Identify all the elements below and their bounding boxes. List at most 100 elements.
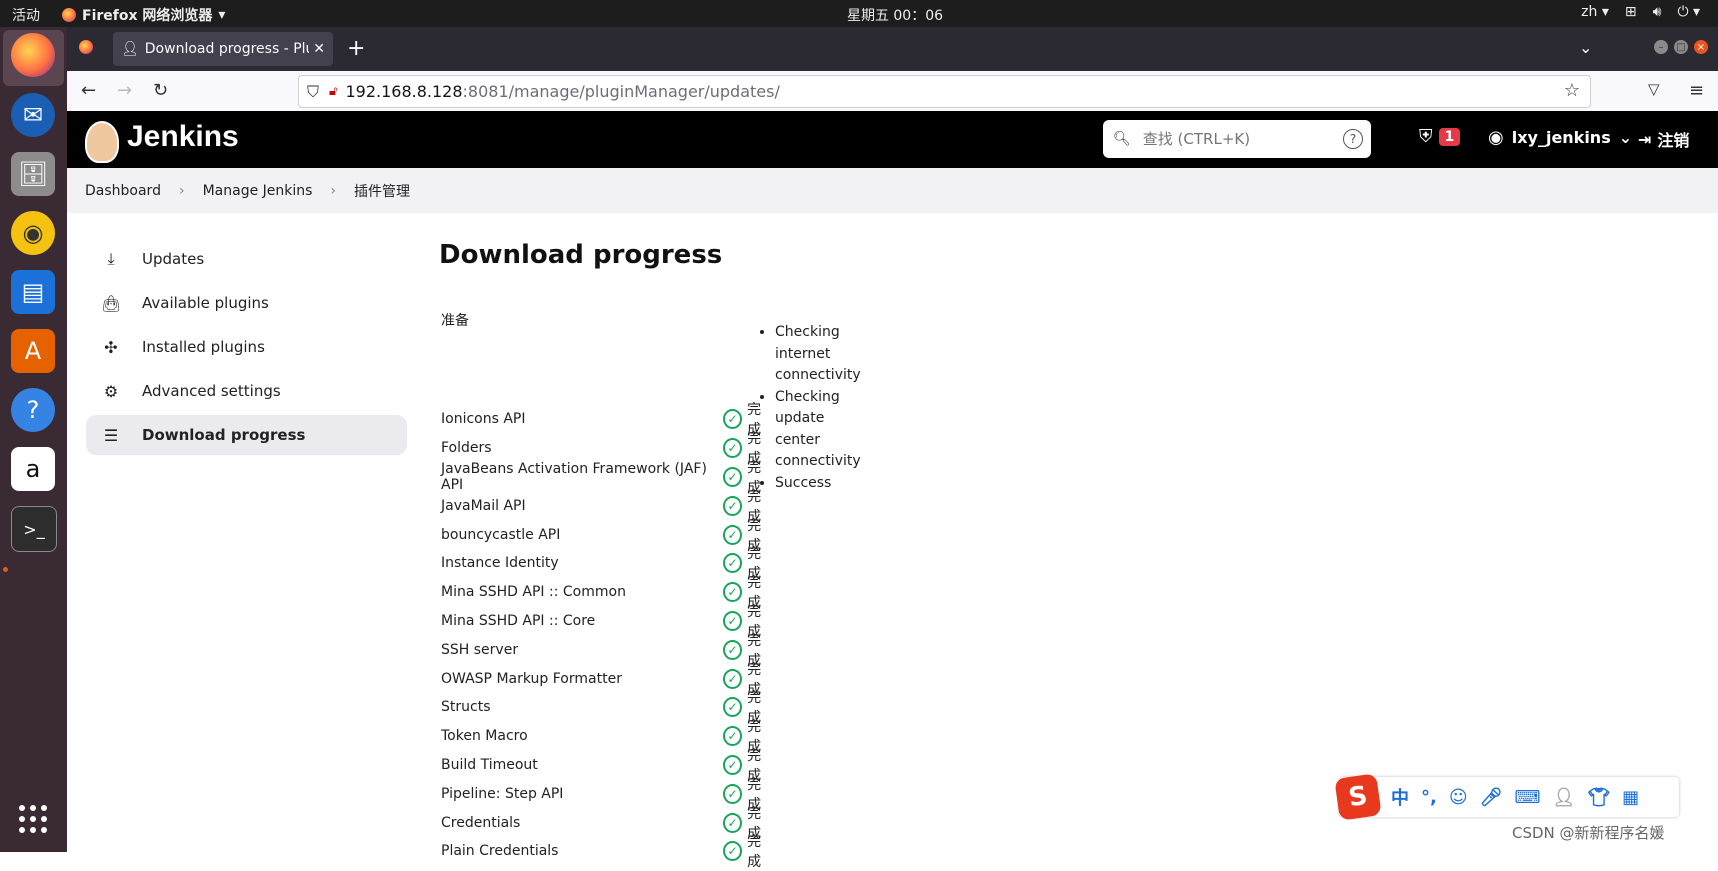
logout-link[interactable]: ⇥ 注销: [1638, 127, 1689, 151]
ime-mode-toggle[interactable]: 中: [1391, 784, 1409, 810]
jenkins-brand[interactable]: Jenkins: [127, 120, 239, 154]
plugin-name: JavaMail API: [441, 497, 526, 514]
minimize-icon[interactable]: –: [1654, 40, 1668, 54]
breadcrumb-manage-jenkins[interactable]: Manage Jenkins: [203, 183, 313, 199]
input-language[interactable]: zh ▾: [1581, 4, 1609, 20]
clock[interactable]: 星期五 00：06: [0, 5, 1718, 25]
breadcrumb-plugin-manager[interactable]: 插件管理: [354, 181, 410, 201]
plugin-name: Token Macro: [441, 728, 528, 745]
dock-firefox-icon[interactable]: [11, 33, 55, 77]
keyboard-icon[interactable]: ⌨: [1514, 787, 1540, 808]
sidebar-item-label: Available plugins: [142, 294, 269, 312]
ime-punct-toggle[interactable]: °,: [1421, 787, 1437, 808]
plugin-status-row: Plain Credentials ✓ 完成: [441, 834, 774, 870]
logout-icon: ⇥: [1638, 129, 1652, 149]
pocket-icon[interactable]: ▽: [1648, 80, 1660, 98]
breadcrumb-separator-icon: ›: [330, 182, 337, 199]
plugin-name: OWASP Markup Formatter: [441, 670, 622, 687]
user-menu[interactable]: ◉ lxy_jenkins ⌄: [1488, 127, 1632, 148]
new-tab-button[interactable]: +: [347, 36, 365, 61]
plugin-name: Build Timeout: [441, 756, 538, 773]
plugin-name: SSH server: [441, 641, 519, 658]
prepare-label: 准备: [441, 313, 469, 329]
plugin-name: bouncycastle API: [441, 526, 561, 543]
reload-icon[interactable]: ↻: [153, 80, 168, 101]
plugin-name: Mina SSHD API :: Core: [441, 612, 596, 629]
dock-writer-icon[interactable]: ▤: [11, 270, 55, 314]
dock-software-icon[interactable]: A: [11, 329, 55, 373]
gear-icon: ⚙: [103, 381, 119, 401]
prepare-step: Checking update center connectivity: [775, 387, 861, 473]
username: lxy_jenkins: [1511, 128, 1611, 147]
check-circle-icon: ✓: [722, 783, 743, 804]
breadcrumb-dashboard[interactable]: Dashboard: [85, 183, 161, 199]
download-icon: ⤓: [107, 249, 115, 268]
plugin-status-row: OWASP Markup Formatter ✓ 完成: [441, 662, 774, 698]
close-window-icon[interactable]: ×: [1694, 40, 1708, 54]
plugin-name: Folders: [441, 440, 492, 457]
search-input[interactable]: [1140, 129, 1345, 149]
user-avatar-icon[interactable]: 👤︎: [1552, 787, 1575, 808]
sidebar-item-label: Download progress: [142, 426, 306, 444]
network-icon[interactable]: ⊞: [1625, 4, 1637, 20]
volume-icon[interactable]: 🔊︎: [1653, 4, 1662, 20]
show-apps-button[interactable]: [11, 797, 55, 841]
check-circle-icon: ✓: [722, 726, 743, 747]
dock-rhythmbox-icon[interactable]: ◉: [11, 211, 55, 255]
plugin-status-row: SSH server ✓ 完成: [441, 633, 774, 669]
plugin-status-list: Ionicons API ✓ 完成 Folders ✓ 完成 JavaBeans Activ…: [441, 402, 774, 870]
sogou-logo-icon[interactable]: S: [1334, 773, 1382, 821]
check-circle-icon: ✓: [722, 409, 743, 430]
insecure-lock-icon[interactable]: 🔓︎: [329, 84, 337, 99]
sidebar-item-installed-plugins[interactable]: ✣ Installed plugins: [86, 327, 407, 367]
dock-help-icon[interactable]: ?: [11, 388, 55, 432]
plugin-status-row: Mina SSHD API :: Common ✓ 完成: [441, 575, 774, 611]
dock-terminal-icon[interactable]: >_: [11, 506, 57, 552]
sidebar-item-available-plugins[interactable]: 👜︎ Available plugins: [86, 283, 407, 323]
search-icon: 🔍︎: [1113, 131, 1131, 147]
dock-amazon-icon[interactable]: a: [11, 447, 55, 491]
url-bar[interactable]: ⛉ 🔓︎ 192.168.8.128:8081/manage/pluginMan…: [298, 75, 1591, 108]
plugin-name: Plain Credentials: [441, 843, 559, 860]
plugin-status-row: Pipeline: Step API ✓ 完成: [441, 777, 774, 813]
logout-label: 注销: [1657, 131, 1690, 150]
list-tabs-icon[interactable]: ⌄: [1579, 38, 1592, 57]
firefox-view-icon[interactable]: [79, 40, 93, 54]
page-title: Download progress: [439, 240, 723, 270]
jenkins-logo-icon[interactable]: [85, 121, 119, 163]
sidebar-item-advanced-settings[interactable]: ⚙ Advanced settings: [86, 371, 407, 411]
emoji-icon[interactable]: ☺: [1449, 787, 1468, 808]
watermark: CSDN @新新程序名媛: [1512, 824, 1665, 842]
check-circle-icon: ✓: [722, 438, 743, 459]
bookmark-star-icon[interactable]: ☆: [1564, 80, 1580, 101]
menu-icon[interactable]: ≡: [1689, 80, 1704, 101]
dock-files-icon[interactable]: 🗄︎: [11, 152, 55, 196]
running-indicator: [3, 567, 8, 572]
check-circle-icon: ✓: [722, 812, 743, 833]
close-tab-icon[interactable]: ✕: [313, 41, 325, 57]
check-circle-icon: ✓: [722, 524, 743, 545]
toolbox-icon[interactable]: ▦: [1622, 787, 1639, 808]
back-icon[interactable]: ←: [81, 80, 96, 101]
prepare-steps: Checking internet connectivity Checking …: [759, 322, 861, 494]
jenkins-header: Jenkins 🔍︎ ? ⛨ 1 ◉ lxy_jenkins ⌄ ⇥ 注销: [67, 111, 1718, 168]
microphone-icon[interactable]: 🎤︎: [1480, 787, 1503, 808]
shield-icon[interactable]: ⛉: [307, 82, 319, 102]
plugin-status-row: Instance Identity ✓ 完成: [441, 546, 774, 582]
tab-download-progress[interactable]: 👤︎ Download progress - Plu ✕: [113, 32, 333, 66]
sidebar-item-label: Advanced settings: [142, 382, 281, 400]
sidebar-item-updates[interactable]: ⤓ Updates: [86, 239, 407, 279]
forward-icon[interactable]: →: [117, 80, 132, 101]
sidebar-item-download-progress[interactable]: ☰ Download progress: [86, 415, 407, 455]
security-alert[interactable]: ⛨ 1: [1419, 126, 1461, 147]
sidebar-item-label: Updates: [142, 250, 205, 268]
user-icon: ◉: [1488, 127, 1504, 148]
skin-shirt-icon[interactable]: 👕︎: [1587, 787, 1610, 808]
help-icon[interactable]: ?: [1343, 129, 1363, 149]
check-circle-icon: ✓: [722, 697, 743, 718]
dock-thunderbird-icon[interactable]: ✉: [11, 93, 55, 137]
breadcrumb: Dashboard › Manage Jenkins › 插件管理: [67, 168, 1718, 213]
sidebar: ⤓ Updates 👜︎ Available plugins ✣ Install…: [86, 239, 407, 459]
power-icon[interactable]: ⏻ ▾: [1677, 4, 1700, 20]
maximize-icon[interactable]: □: [1674, 40, 1688, 54]
